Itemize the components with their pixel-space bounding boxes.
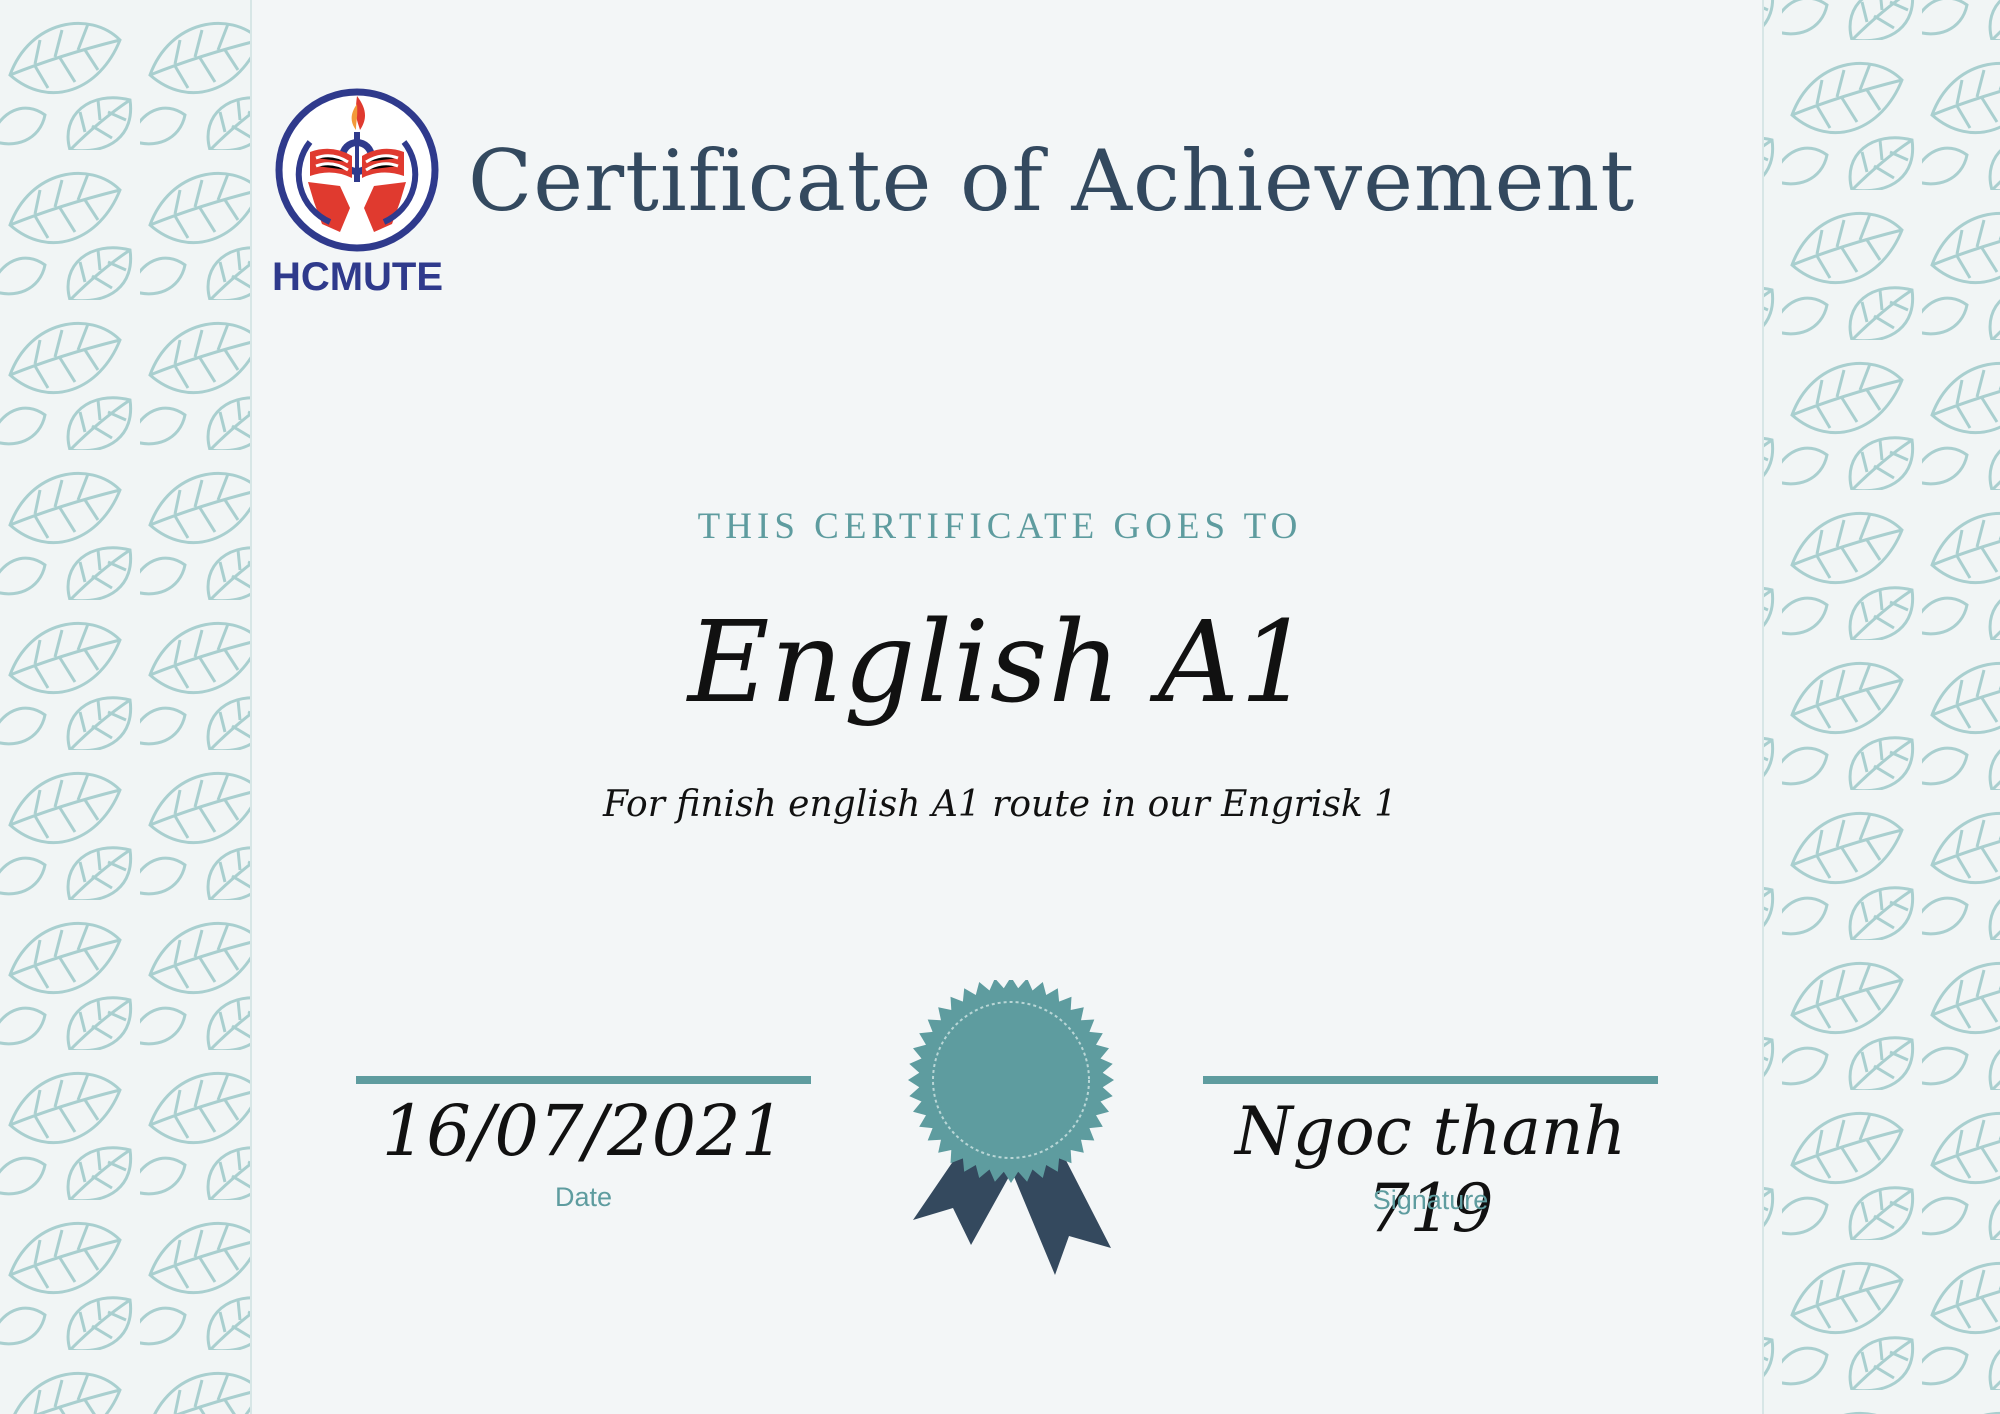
award-seal (893, 977, 1133, 1280)
certificate-title: Certificate of Achievement (468, 132, 1636, 230)
award-seal-icon (908, 977, 1114, 1275)
logo-text: HCMUTE (271, 255, 444, 299)
recipient-name: English A1 (687, 598, 1313, 728)
certificate-description: For finish english A1 route in our Engri… (603, 784, 1397, 825)
signature-label: Signature (1372, 1185, 1489, 1215)
date-label: Date (554, 1182, 613, 1212)
certificate-page: HCMUTE Certificate of Achievement THIS C… (0, 0, 2000, 1414)
certificate-subtitle: THIS CERTIFICATE GOES TO (697, 506, 1303, 547)
date-rule (356, 1076, 811, 1084)
hcmute-emblem-icon (275, 88, 439, 252)
signature-value: Ngoc thanh 719 (1234, 1093, 1627, 1247)
date-value: 16/07/2021 (381, 1090, 786, 1172)
signature-rule (1203, 1076, 1658, 1084)
